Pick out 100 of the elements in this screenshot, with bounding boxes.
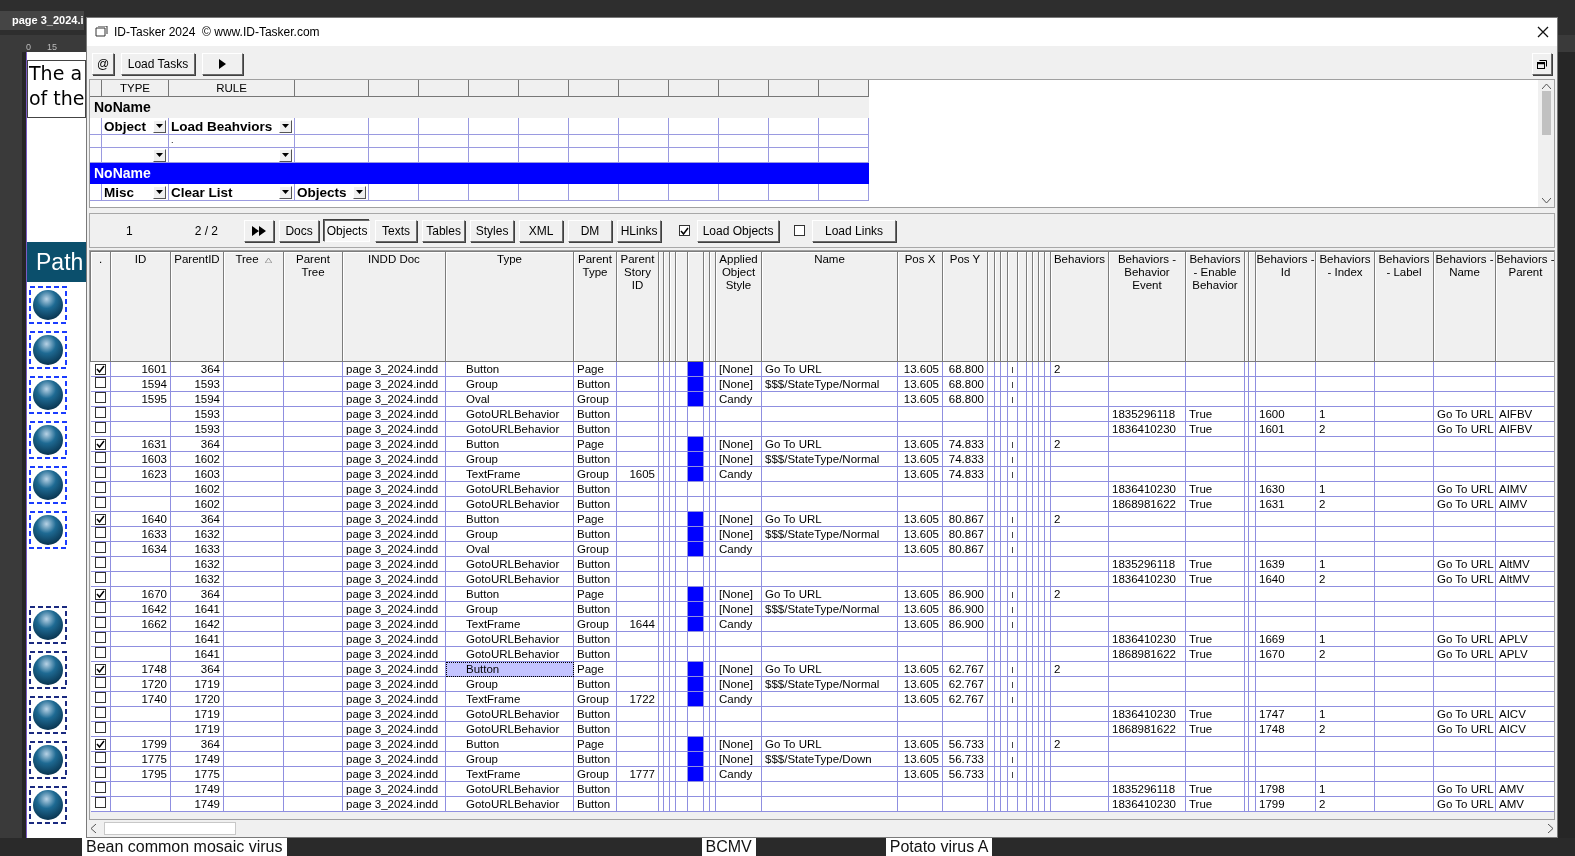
checkbox[interactable] xyxy=(794,225,806,236)
load-links-button[interactable]: Load Links xyxy=(812,219,897,242)
tab[interactable]: XML xyxy=(519,219,564,242)
column-header[interactable] xyxy=(369,80,419,97)
row-checkbox[interactable] xyxy=(94,632,106,643)
tab[interactable]: HLinks xyxy=(617,219,662,242)
column-header[interactable]: Behaviors - Parent xyxy=(1495,251,1554,362)
row-checkbox[interactable] xyxy=(94,797,106,808)
column-header[interactable]: INDD Doc xyxy=(342,251,446,362)
dropdown-button[interactable] xyxy=(279,148,292,162)
column-header[interactable] xyxy=(569,80,619,97)
scroll-left-icon[interactable] xyxy=(91,824,96,833)
row-checkbox[interactable] xyxy=(94,707,106,718)
column-header[interactable]: Pos Y xyxy=(942,251,988,362)
column-header[interactable] xyxy=(1026,251,1033,362)
column-header[interactable]: Behaviors - Id xyxy=(1255,251,1316,362)
scrollbar-thumb[interactable] xyxy=(104,822,236,835)
column-header[interactable] xyxy=(419,80,469,97)
column-header[interactable] xyxy=(819,80,869,97)
row-checkbox[interactable] xyxy=(94,782,106,793)
fast-forward-button[interactable] xyxy=(244,219,275,242)
column-header[interactable] xyxy=(1007,251,1018,362)
scroll-down-icon[interactable] xyxy=(1541,198,1551,203)
row-checkbox[interactable] xyxy=(94,722,106,733)
column-header[interactable] xyxy=(1244,251,1249,362)
row-checkbox[interactable] xyxy=(94,422,106,433)
restore-button[interactable] xyxy=(1532,53,1552,75)
column-header[interactable] xyxy=(658,251,664,362)
column-header[interactable] xyxy=(1017,251,1027,362)
rule-group-row[interactable]: NoName xyxy=(90,163,869,184)
column-header[interactable]: TYPE xyxy=(102,80,169,97)
row-checkbox[interactable] xyxy=(94,407,106,418)
row-checkbox[interactable] xyxy=(94,677,106,688)
row-checkbox[interactable] xyxy=(94,752,106,763)
row-checkbox[interactable] xyxy=(94,452,106,463)
row-checkbox[interactable] xyxy=(94,363,106,375)
scroll-right-icon[interactable] xyxy=(1548,824,1553,833)
dropdown-button[interactable] xyxy=(279,119,292,133)
row-checkbox[interactable] xyxy=(94,557,106,568)
column-header[interactable]: Behaviors - Label xyxy=(1374,251,1434,362)
row-checkbox[interactable] xyxy=(94,438,106,450)
column-header[interactable] xyxy=(669,251,676,362)
tab[interactable]: Tables xyxy=(422,219,466,242)
column-header[interactable]: Type xyxy=(445,251,574,362)
column-header[interactable] xyxy=(469,80,519,97)
column-header[interactable] xyxy=(1032,251,1039,362)
column-header[interactable]: Behaviors - Name xyxy=(1433,251,1496,362)
row-checkbox[interactable] xyxy=(94,392,106,403)
column-header[interactable] xyxy=(719,80,769,97)
close-icon[interactable] xyxy=(1537,26,1549,38)
column-header[interactable]: Applied Object Style xyxy=(715,251,762,362)
row-checkbox[interactable] xyxy=(94,467,106,478)
row-checkbox[interactable] xyxy=(94,602,106,613)
column-header[interactable]: Behaviors - Index xyxy=(1315,251,1375,362)
at-button[interactable]: @ xyxy=(92,53,114,75)
row-checkbox[interactable] xyxy=(94,513,106,525)
row-checkbox[interactable] xyxy=(94,527,106,538)
column-header[interactable] xyxy=(703,251,710,362)
row-checkbox[interactable] xyxy=(94,647,106,658)
scrollbar-thumb[interactable] xyxy=(1541,91,1551,135)
row-checkbox[interactable] xyxy=(94,377,106,388)
column-header[interactable] xyxy=(987,251,995,362)
column-header[interactable]: ID xyxy=(110,251,171,362)
load-tasks-button[interactable]: Load Tasks xyxy=(121,53,195,75)
row-checkbox[interactable] xyxy=(94,542,106,553)
row-checkbox[interactable] xyxy=(94,617,106,628)
column-header[interactable] xyxy=(619,80,669,97)
scroll-up-icon[interactable] xyxy=(1541,84,1551,89)
column-header[interactable] xyxy=(994,251,1001,362)
tab[interactable]: Docs xyxy=(279,219,320,242)
tab[interactable]: Objects xyxy=(324,219,371,242)
checkbox[interactable] xyxy=(679,225,691,236)
column-header[interactable] xyxy=(519,80,569,97)
dropdown-button[interactable] xyxy=(153,148,166,162)
dropdown-button[interactable] xyxy=(153,119,166,133)
column-header[interactable]: . xyxy=(90,251,111,362)
column-header[interactable]: ParentID xyxy=(170,251,224,362)
load-objects-button[interactable]: Load Objects xyxy=(697,219,780,242)
tab[interactable]: Styles xyxy=(470,219,515,242)
row-checkbox[interactable] xyxy=(94,767,106,778)
dropdown-button[interactable] xyxy=(153,185,166,199)
dropdown-button[interactable] xyxy=(353,185,366,199)
column-header[interactable] xyxy=(1248,251,1256,362)
column-header[interactable]: Behaviors xyxy=(1050,251,1109,362)
column-header[interactable] xyxy=(90,80,102,97)
column-header[interactable] xyxy=(295,80,369,97)
tab[interactable]: DM xyxy=(568,219,613,242)
column-header[interactable] xyxy=(1044,251,1051,362)
column-header[interactable]: Parent Tree xyxy=(283,251,343,362)
row-checkbox[interactable] xyxy=(94,738,106,750)
column-header[interactable] xyxy=(1038,251,1045,362)
column-header[interactable]: Tree xyxy=(223,251,284,362)
column-header[interactable]: Pos X xyxy=(897,251,943,362)
row-checkbox[interactable] xyxy=(94,692,106,703)
dropdown-button[interactable] xyxy=(279,185,292,199)
column-header[interactable]: Behaviors - Enable Behavior xyxy=(1185,251,1245,362)
column-header[interactable] xyxy=(769,80,819,97)
row-checkbox[interactable] xyxy=(94,663,106,675)
play-button[interactable] xyxy=(202,53,243,75)
column-header[interactable] xyxy=(709,251,716,362)
